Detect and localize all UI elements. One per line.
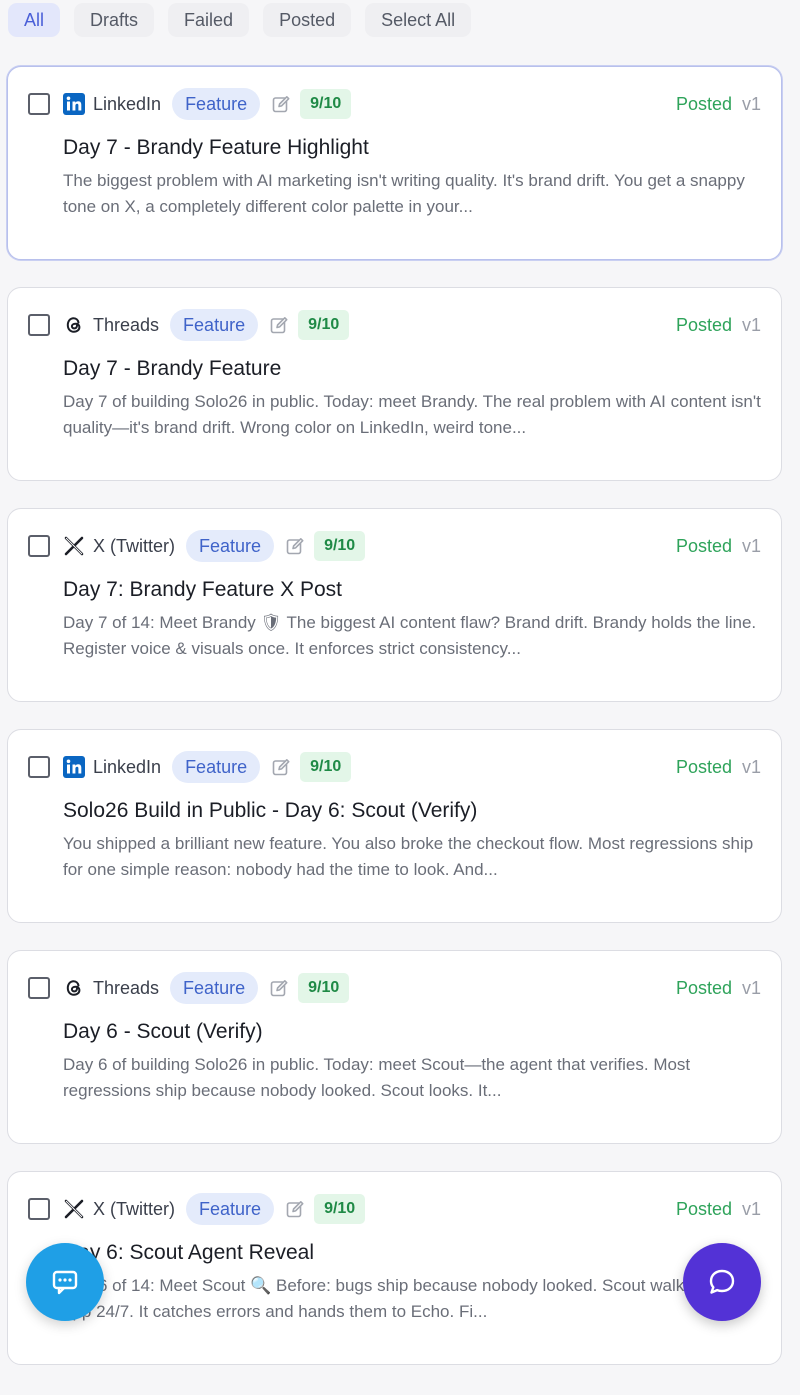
version-label: v1 — [741, 93, 761, 114]
x-icon — [63, 535, 85, 557]
post-title[interactable]: Day 6: Scout Agent Reveal — [63, 1241, 761, 1265]
post-card[interactable]: Threads Feature 9/10 Posted v1 Day 7 - Brandy… — [7, 287, 782, 481]
status-group: Posted v1 — [676, 1199, 761, 1220]
post-title[interactable]: Day 7 - Brandy Feature Highlight — [63, 136, 761, 160]
post-card[interactable]: LinkedIn Feature 9/10 Posted v1 Solo26 Build … — [7, 729, 782, 923]
status-badge: Posted — [675, 93, 732, 114]
score-badge: 9/10 — [300, 752, 352, 782]
status-group: Posted v1 — [676, 536, 761, 557]
platform-name: Threads — [93, 314, 160, 335]
post-title[interactable]: Day 6 - Scout (Verify) — [63, 1020, 761, 1044]
platform-name: X (Twitter) — [93, 1198, 176, 1219]
post-excerpt: Day 6 of 14: Meet Scout 🔍 Before: bugs s… — [63, 1276, 752, 1321]
status-group: Posted v1 — [676, 978, 761, 999]
edit-icon[interactable] — [270, 93, 292, 115]
version-label: v1 — [741, 756, 761, 777]
post-select-checkbox[interactable] — [28, 535, 50, 557]
edit-icon[interactable] — [270, 756, 292, 778]
post-card-header: LinkedIn Feature 9/10 Posted v1 — [28, 87, 761, 121]
post-card-header: X (Twitter) Feature 9/10 Posted v1 — [28, 1192, 761, 1226]
status-group: Posted v1 — [676, 757, 761, 778]
score-badge: 9/10 — [298, 310, 350, 340]
status-badge: Posted — [675, 1198, 732, 1219]
score-badge: 9/10 — [300, 89, 352, 119]
post-card[interactable]: LinkedIn Feature 9/10 Posted v1 Day 7 - Brand… — [7, 66, 782, 260]
post-card-header: LinkedIn Feature 9/10 Posted v1 — [28, 750, 761, 784]
post-excerpt: The biggest problem with AI marketing is… — [63, 171, 745, 216]
linkedin-icon — [63, 93, 85, 115]
post-select-checkbox[interactable] — [28, 93, 50, 115]
tag-badge[interactable]: Feature — [170, 309, 259, 341]
post-list: LinkedIn Feature 9/10 Posted v1 Day 7 - Brand… — [7, 66, 782, 1392]
filter-all[interactable]: All — [8, 3, 61, 37]
post-card-header: X (Twitter) Feature 9/10 Posted v1 — [28, 529, 761, 563]
threads-icon — [63, 314, 85, 336]
version-label: v1 — [741, 314, 761, 335]
post-excerpt: Day 7 of building Solo26 in public. Toda… — [63, 392, 761, 437]
tag-badge[interactable]: Feature — [186, 1193, 275, 1225]
post-excerpt: Day 7 of 14: Meet Brandy 🛡 The biggest A… — [63, 613, 757, 658]
post-card[interactable]: X (Twitter) Feature 9/10 Posted v1 Day 6: Sco… — [7, 1171, 782, 1365]
post-card[interactable]: Threads Feature 9/10 Posted v1 Day 6 - Scout … — [7, 950, 782, 1144]
post-card-header: Threads Feature 9/10 Posted v1 — [28, 971, 761, 1005]
filter-drafts[interactable]: Drafts — [74, 3, 155, 37]
status-badge: Posted — [675, 756, 732, 777]
edit-icon[interactable] — [284, 1198, 306, 1220]
version-label: v1 — [741, 1198, 761, 1219]
tag-badge[interactable]: Feature — [170, 972, 259, 1004]
status-group: Posted v1 — [676, 315, 761, 336]
post-select-checkbox[interactable] — [28, 756, 50, 778]
platform-name: LinkedIn — [93, 756, 162, 777]
status-group: Posted v1 — [676, 94, 761, 115]
filter-bar: All Drafts Failed Posted Select All — [0, 0, 800, 40]
post-excerpt: You shipped a brilliant new feature. You… — [63, 834, 754, 879]
status-badge: Posted — [675, 977, 732, 998]
post-excerpt: Day 6 of building Solo26 in public. Toda… — [63, 1055, 691, 1100]
feedback-chat-icon — [52, 1270, 78, 1295]
version-label: v1 — [741, 977, 761, 998]
edit-icon[interactable] — [268, 314, 290, 336]
x-icon — [63, 1198, 85, 1220]
post-select-checkbox[interactable] — [28, 314, 50, 336]
threads-icon — [63, 977, 85, 999]
status-badge: Posted — [675, 535, 732, 556]
post-title[interactable]: Solo26 Build in Public - Day 6: Scout (V… — [63, 799, 761, 823]
post-card-header: Threads Feature 9/10 Posted v1 — [28, 308, 761, 342]
edit-icon[interactable] — [268, 977, 290, 999]
tag-badge[interactable]: Feature — [186, 530, 275, 562]
post-card[interactable]: X (Twitter) Feature 9/10 Posted v1 Day 7: Bra… — [7, 508, 782, 702]
filter-failed[interactable]: Failed — [168, 3, 250, 37]
tag-badge[interactable]: Feature — [172, 88, 261, 120]
chat-bubble-icon — [709, 1269, 735, 1294]
filter-posted[interactable]: Posted — [263, 3, 352, 37]
post-select-checkbox[interactable] — [28, 1198, 50, 1220]
score-badge: 9/10 — [314, 531, 366, 561]
edit-icon[interactable] — [284, 535, 306, 557]
status-badge: Posted — [675, 314, 732, 335]
platform-name: LinkedIn — [93, 93, 162, 114]
score-badge: 9/10 — [298, 973, 350, 1003]
post-title[interactable]: Day 7 - Brandy Feature — [63, 357, 761, 381]
feedback-button[interactable] — [26, 1243, 104, 1321]
select-all-button[interactable]: Select All — [365, 3, 472, 37]
platform-name: X (Twitter) — [93, 535, 176, 556]
tag-badge[interactable]: Feature — [172, 751, 261, 783]
platform-name: Threads — [93, 977, 160, 998]
chat-button[interactable] — [683, 1243, 761, 1321]
score-badge: 9/10 — [314, 1194, 366, 1224]
version-label: v1 — [741, 535, 761, 556]
linkedin-icon — [63, 756, 85, 778]
post-title[interactable]: Day 7: Brandy Feature X Post — [63, 578, 761, 602]
post-select-checkbox[interactable] — [28, 977, 50, 999]
